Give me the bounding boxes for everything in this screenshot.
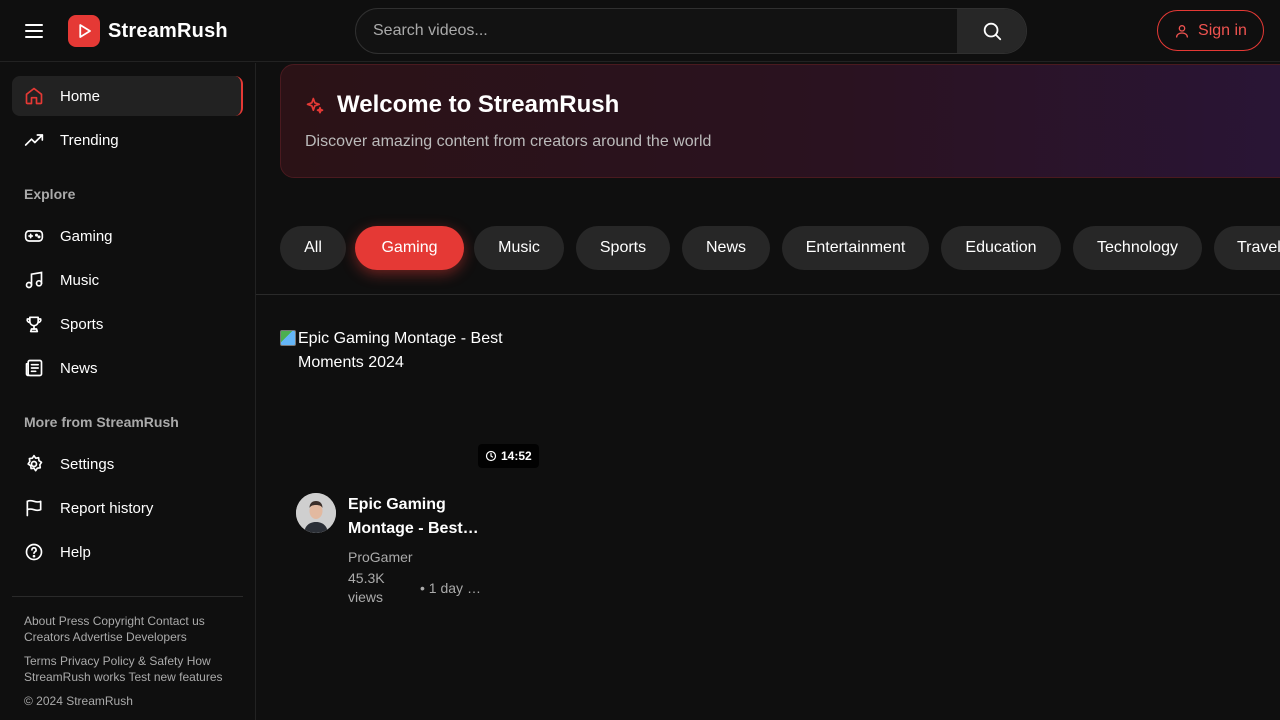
chip-entertainment[interactable]: Entertainment [782,226,929,270]
duration-badge: 14:52 [478,444,539,468]
sidebar-item-label: Home [60,87,101,105]
sidebar-item-music[interactable]: Music [12,260,243,300]
search-bar [355,8,1027,54]
play-logo-icon [68,15,100,47]
chip-sports[interactable]: Sports [576,226,670,270]
sidebar-item-label: Report history [60,499,154,517]
broken-image-icon [280,330,296,346]
brand-name: StreamRush [108,19,228,42]
chip-education[interactable]: Education [941,226,1061,270]
sidebar-item-label: Gaming [60,227,113,245]
sidebar-item-news[interactable]: News [12,348,243,388]
music-icon [25,271,43,289]
flag-icon [26,499,42,517]
video-stats: 45.3K views • 1 day ago [348,569,488,607]
sign-in-label: Sign in [1198,21,1247,39]
channel-avatar[interactable] [296,493,336,533]
gamepad-icon [24,230,44,242]
video-info: Epic Gaming Montage - Best Moments 2024 … [348,493,488,607]
sidebar-item-label: Help [60,543,91,561]
banner-subtitle: Discover amazing content from creators a… [305,133,712,150]
user-icon [1176,24,1189,38]
thumbnail-alt-label: Epic Gaming Montage - Best Moments 2024 [298,330,503,371]
sidebar-item-label: Trending [60,131,119,149]
search-button[interactable] [957,9,1026,53]
chip-news[interactable]: News [682,226,770,270]
video-thumbnail[interactable]: Epic Gaming Montage - Best Moments 2024 … [280,327,540,473]
clock-icon [485,450,497,462]
sparkles-icon [306,97,324,114]
sign-in-button[interactable]: Sign in [1157,10,1264,51]
footer-links-secondary[interactable]: Terms Privacy Policy & Safety How Stream… [24,653,234,685]
search-icon [983,22,1001,41]
chip-music[interactable]: Music [474,226,564,270]
newspaper-icon [25,359,43,377]
sidebar-item-home[interactable]: Home [12,76,243,116]
logo[interactable]: StreamRush [68,15,228,47]
top-bar: StreamRush Sign in [0,0,1280,62]
footer-links-primary[interactable]: About Press Copyright Contact us Creator… [24,613,234,645]
video-meta: Epic Gaming Montage - Best Moments 2024 … [280,493,540,607]
channel-name[interactable]: ProGamer [348,549,488,565]
trophy-icon [26,316,42,333]
view-count: 45.3K views [348,570,385,605]
chip-gaming[interactable]: Gaming [355,226,464,270]
sidebar-item-settings[interactable]: Settings [12,444,243,484]
duration-label: 14:52 [501,449,532,463]
chips-divider [256,294,1280,295]
upload-time: • 1 day ago [420,580,486,596]
chip-travel[interactable]: Travel [1214,226,1280,270]
footer-copyright: © 2024 StreamRush [24,694,133,708]
help-icon [25,543,43,561]
video-card[interactable]: Epic Gaming Montage - Best Moments 2024 … [280,327,540,607]
sidebar-item-gaming[interactable]: Gaming [12,216,243,256]
sidebar-divider [12,596,243,597]
chip-technology[interactable]: Technology [1073,226,1202,270]
video-title[interactable]: Epic Gaming Montage - Best Moments 2024 [348,493,488,541]
trending-icon [24,134,44,146]
sidebar-item-report-history[interactable]: Report history [12,488,243,528]
sidebar-item-label: Music [60,271,100,289]
sidebar-item-label: News [60,359,98,377]
sidebar-item-trending[interactable]: Trending [12,120,243,160]
search-input[interactable] [356,9,957,53]
sidebar: Home Trending Explore Gaming Music Sport… [0,63,256,720]
banner-title: Welcome to StreamRush [337,91,620,118]
home-icon [25,87,43,105]
sidebar-item-help[interactable]: Help [12,532,243,572]
section-title-explore: Explore [24,186,76,202]
sidebar-item-label: Sports [60,315,104,333]
menu-icon[interactable] [22,19,46,43]
main-content: Welcome to StreamRush Discover amazing c… [256,63,1280,720]
thumbnail-alt-text: Epic Gaming Montage - Best Moments 2024 [280,327,510,375]
welcome-banner: Welcome to StreamRush Discover amazing c… [280,64,1280,178]
sidebar-item-label: Settings [60,455,115,473]
gear-icon [27,454,43,472]
section-title-more: More from StreamRush [24,414,179,430]
chip-all[interactable]: All [280,226,346,270]
sidebar-item-sports[interactable]: Sports [12,304,243,344]
